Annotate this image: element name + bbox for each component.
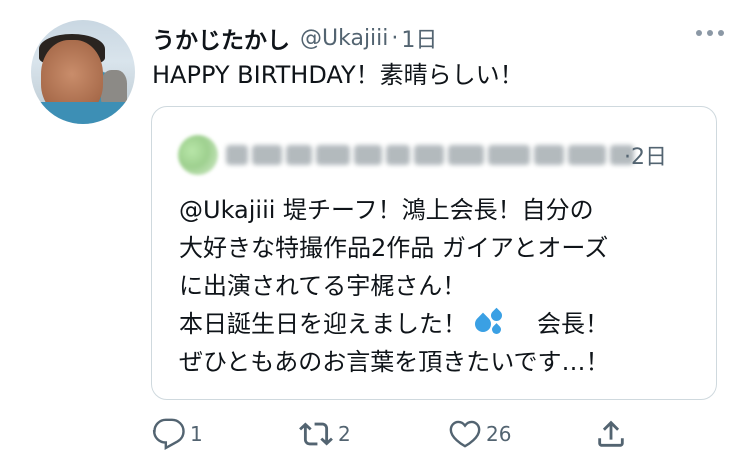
separator-dot: · (391, 25, 399, 51)
quoted-tweet[interactable]: ·2日 @Ukajiii 堤チーフ！鴻上会長！自分の 大好きな特撮作品2作品 ガ… (151, 106, 717, 400)
tweet-actions: 1 2 26 (152, 414, 632, 454)
quoted-name-redacted (226, 143, 634, 167)
quoted-text-line: に出演されてる宇梶さん！ (179, 272, 467, 300)
reply-count: 1 (190, 422, 203, 446)
author-avatar[interactable] (31, 20, 135, 124)
quoted-text-segment: 会長！ (537, 310, 609, 338)
quoted-text-line-4: 本日誕生日を迎えました！ 会長！ (179, 305, 610, 343)
more-dot (696, 30, 702, 36)
avatar-shirt (31, 102, 135, 124)
like-button[interactable]: 26 (448, 414, 511, 454)
reply-button[interactable]: 1 (152, 414, 203, 454)
share-button[interactable] (594, 414, 628, 454)
quoted-text-line: 大好きな特撮作品2作品 ガイアとオーズ (179, 234, 609, 262)
retweet-button[interactable]: 2 (298, 414, 351, 454)
avatar-background-dome (101, 70, 127, 104)
share-icon (598, 420, 624, 447)
tweet-header: うかじたかし @Ukajiii · 1日 (152, 21, 437, 55)
quoted-timestamp[interactable]: ·2日 (624, 139, 667, 171)
more-dot (718, 30, 724, 36)
quoted-text-line: ぜひともあのお言葉を頂きたいです…！ (179, 348, 610, 376)
quoted-tweet-text: @Ukajiii 堤チーフ！鴻上会長！自分の 大好きな特撮作品2作品 ガイアとオ… (179, 191, 610, 381)
retweet-icon (299, 422, 333, 446)
quoted-text-line: @Ukajiii 堤チーフ！鴻上会長！自分の (179, 196, 594, 224)
more-dot (707, 30, 713, 36)
like-count: 26 (486, 422, 512, 446)
user-handle[interactable]: @Ukajiii (300, 26, 388, 51)
tweet-text: HAPPY BIRTHDAY！素晴らしい！ (152, 61, 524, 89)
retweet-count: 2 (338, 422, 351, 446)
like-icon (449, 420, 481, 448)
tweet-timestamp[interactable]: 1日 (401, 22, 437, 54)
quoted-avatar-blurred (178, 135, 218, 175)
reply-icon (152, 418, 185, 450)
quoted-text-segment: 本日誕生日を迎えました！ (179, 310, 467, 338)
sweat-droplets-icon (471, 307, 509, 338)
more-icon[interactable] (696, 30, 724, 36)
display-name[interactable]: うかじたかし (152, 21, 290, 55)
